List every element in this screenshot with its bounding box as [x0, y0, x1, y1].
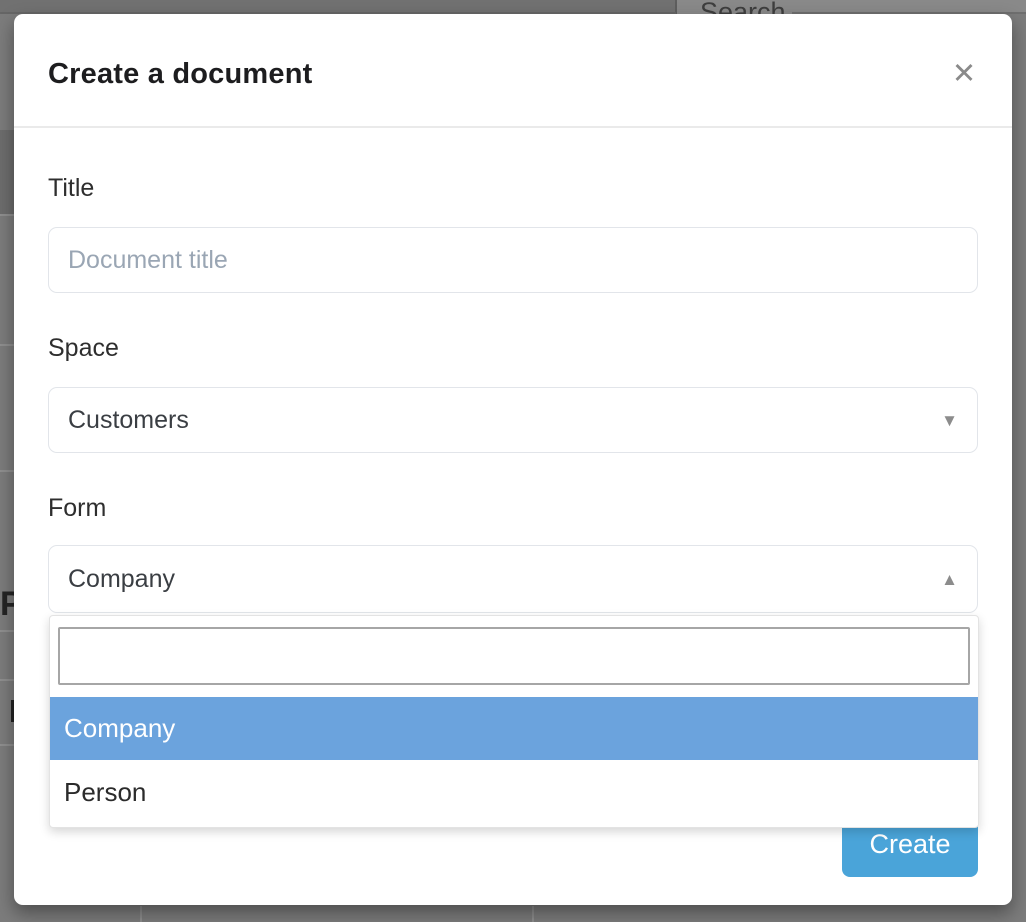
document-title-input[interactable] [48, 227, 978, 293]
dropdown-option-company[interactable]: Company [50, 697, 978, 760]
background-clipped-text: P [0, 584, 14, 624]
close-icon: ✕ [952, 60, 976, 89]
background-row-line [0, 214, 14, 216]
background-table-divider [140, 906, 142, 922]
chevron-up-icon: ▲ [941, 571, 958, 588]
dropdown-option-label: Company [64, 713, 175, 744]
close-button[interactable]: ✕ [946, 56, 982, 92]
form-dropdown-panel: Company Person [49, 615, 979, 828]
form-select-value: Company [68, 565, 175, 594]
space-select[interactable]: Customers ▼ [48, 387, 978, 453]
form-field-label: Form [48, 494, 106, 523]
form-select[interactable]: Company ▲ [48, 545, 978, 613]
background-row-line [0, 344, 14, 346]
dialog-title: Create a document [48, 58, 312, 91]
dropdown-option-label: Person [64, 777, 146, 808]
screen: Search P Create a document ✕ Title Space… [0, 0, 1026, 922]
space-field-label: Space [48, 334, 119, 363]
create-document-dialog: Create a document ✕ Title Space Customer… [14, 14, 1012, 905]
dialog-header: Create a document ✕ [14, 14, 1012, 128]
background-row-band [0, 130, 14, 215]
dropdown-search-input[interactable] [58, 627, 970, 685]
space-select-value: Customers [68, 406, 189, 435]
background-row-line [0, 470, 14, 472]
dropdown-option-list: Company Person [50, 697, 978, 825]
background-row-line [0, 744, 14, 746]
background-table-divider [532, 906, 534, 922]
dropdown-option-person[interactable]: Person [50, 760, 978, 825]
title-field-label: Title [48, 174, 94, 203]
background-search-label: Search [700, 0, 786, 14]
background-row-line [0, 630, 14, 632]
chevron-down-icon: ▼ [941, 412, 958, 429]
background-row-line [0, 679, 14, 681]
